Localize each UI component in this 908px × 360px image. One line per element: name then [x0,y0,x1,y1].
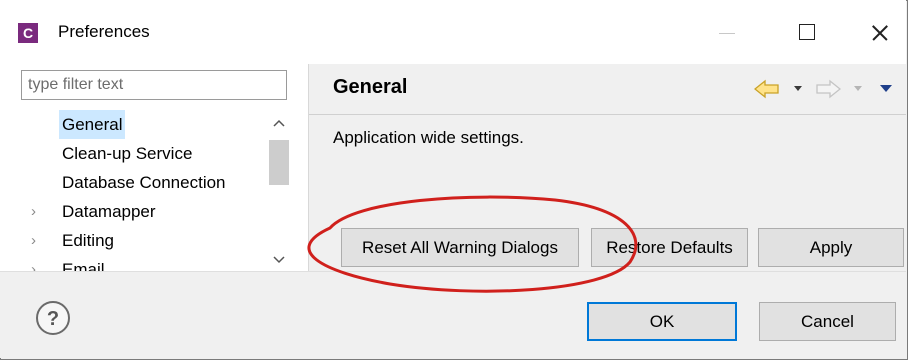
scroll-down-icon[interactable] [266,250,291,270]
arrow-right-icon[interactable] [815,79,841,99]
triangle-down-icon[interactable] [792,80,804,96]
tree-item-label: Datamapper [62,202,156,221]
scroll-up-icon[interactable] [266,112,291,134]
help-icon[interactable]: ? [35,300,71,336]
restore-defaults-button[interactable]: Restore Defaults [591,228,748,267]
app-icon: C [18,23,38,43]
triangle-down-icon[interactable] [852,80,864,96]
svg-text:?: ? [47,308,59,330]
reset-all-warning-dialogs-button[interactable]: Reset All Warning Dialogs [341,228,579,267]
filter-input[interactable] [21,70,287,100]
arrow-left-icon[interactable] [754,79,780,99]
tree-item-label: General [59,110,126,139]
chevron-right-icon[interactable]: › [31,255,43,271]
tree-item-label: Database Connection [62,173,226,192]
view-menu-icon[interactable] [878,80,894,96]
apply-button[interactable]: Apply [758,228,904,267]
preference-tree: General Clean-up Service Database Connec… [21,110,265,271]
ok-button[interactable]: OK [587,302,737,341]
tree-scrollbar[interactable] [266,110,291,271]
minimize-button[interactable] [704,14,750,50]
page-title: General [333,76,408,98]
tree-item-label: Email [62,260,105,271]
tree-item-label: Editing [62,231,114,250]
page-description: Application wide settings. [333,128,524,147]
tree-item-label: Clean-up Service [62,144,193,163]
close-button[interactable] [858,14,904,50]
scrollbar-thumb[interactable] [269,140,289,185]
window-title: Preferences [58,22,150,41]
chevron-right-icon[interactable]: › [31,197,43,226]
cancel-button[interactable]: Cancel [759,302,896,341]
maximize-button[interactable] [785,14,831,50]
chevron-right-icon[interactable]: › [31,226,43,255]
